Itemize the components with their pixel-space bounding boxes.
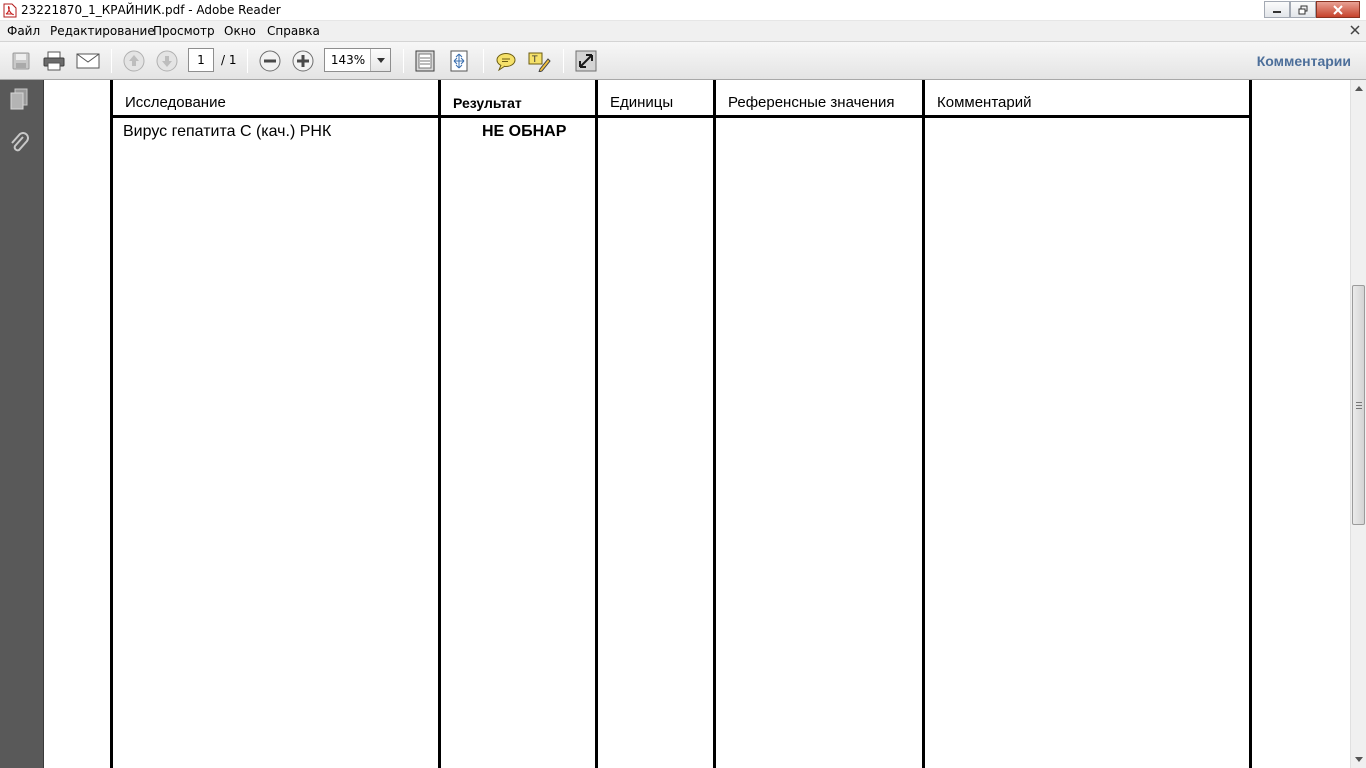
- fit-page-button[interactable]: [447, 50, 471, 72]
- paperclip-icon: [11, 132, 29, 152]
- header-result: Результат: [453, 95, 522, 111]
- email-button[interactable]: [76, 50, 100, 72]
- minimize-button[interactable]: [1264, 1, 1290, 18]
- pages-icon: [10, 88, 28, 110]
- row-test-name: Вирус гепатита С (кач.) РНК: [123, 123, 332, 140]
- close-button[interactable]: [1316, 1, 1360, 18]
- add-comment-button[interactable]: [494, 50, 518, 72]
- full-screen-button[interactable]: [574, 50, 598, 72]
- chevron-down-icon: [376, 57, 385, 63]
- header-study: Исследование: [125, 94, 226, 111]
- attachments-button[interactable]: [8, 132, 30, 156]
- scroll-down-icon: [1355, 757, 1363, 762]
- highlight-text-button[interactable]: T: [527, 50, 551, 72]
- navigation-panel: [0, 80, 44, 768]
- scroll-up-icon: [1355, 86, 1363, 91]
- svg-text:T: T: [531, 55, 538, 65]
- comments-pane-link[interactable]: Комментарии: [1257, 53, 1351, 69]
- minimize-icon: [1273, 10, 1281, 13]
- document-close-icon[interactable]: [1349, 23, 1361, 37]
- menu-bar: Файл Редактирование Просмотр Окно Справк…: [0, 21, 1366, 41]
- arrow-down-icon: [156, 50, 178, 72]
- menu-help[interactable]: Справка: [267, 24, 320, 38]
- zoom-dropdown-button[interactable]: [370, 49, 390, 71]
- email-icon: [76, 53, 100, 69]
- results-table: Исследование Результат Единицы Референсн…: [110, 80, 1252, 768]
- previous-page-button[interactable]: [122, 50, 146, 72]
- menu-window[interactable]: Окно: [224, 24, 256, 38]
- window-title: 23221870_1_КРАЙНИК.pdf - Adobe Reader: [21, 3, 281, 17]
- expand-icon: [575, 50, 597, 72]
- menu-view[interactable]: Просмотр: [153, 24, 215, 38]
- page-number-input[interactable]: 1: [188, 48, 214, 72]
- restore-button[interactable]: [1290, 1, 1316, 18]
- arrow-up-icon: [123, 50, 145, 72]
- scroll-thumb[interactable]: [1352, 285, 1365, 525]
- header-reference: Референсные значения: [728, 94, 895, 111]
- print-icon: [43, 51, 65, 71]
- zoom-out-button[interactable]: [258, 50, 282, 72]
- vertical-scrollbar[interactable]: [1350, 80, 1366, 768]
- zoom-in-icon: [292, 50, 314, 72]
- document-view[interactable]: Исследование Результат Единицы Референсн…: [44, 80, 1350, 768]
- zoom-select[interactable]: 143%: [324, 48, 391, 72]
- menu-edit[interactable]: Редактирование: [50, 24, 155, 38]
- save-button[interactable]: [9, 50, 33, 72]
- title-bar: 23221870_1_КРАЙНИК.pdf - Adobe Reader: [0, 0, 1366, 21]
- scroll-down-button[interactable]: [1351, 751, 1366, 768]
- pdf-file-icon: [3, 3, 17, 18]
- page-total: / 1: [221, 53, 237, 67]
- menu-file[interactable]: Файл: [7, 24, 40, 38]
- zoom-value[interactable]: 143%: [325, 49, 371, 71]
- fit-width-button[interactable]: [413, 50, 437, 72]
- save-icon: [12, 52, 30, 70]
- comment-icon: [496, 53, 516, 71]
- restore-icon: [1298, 5, 1308, 14]
- highlighter-icon: T: [528, 52, 551, 72]
- row-result-value: НЕ ОБНАР: [482, 123, 567, 140]
- fit-page-icon: [415, 50, 435, 72]
- header-comment: Комментарий: [937, 94, 1032, 111]
- header-units: Единицы: [610, 94, 674, 111]
- zoom-in-button[interactable]: [291, 50, 315, 72]
- next-page-button[interactable]: [155, 50, 179, 72]
- print-button[interactable]: [42, 50, 66, 72]
- scroll-up-button[interactable]: [1351, 80, 1366, 97]
- window-controls: [1264, 1, 1360, 18]
- fit-window-icon: [450, 50, 468, 72]
- page-thumbnails-button[interactable]: [8, 88, 30, 112]
- close-icon: [1333, 4, 1343, 15]
- zoom-out-icon: [259, 50, 281, 72]
